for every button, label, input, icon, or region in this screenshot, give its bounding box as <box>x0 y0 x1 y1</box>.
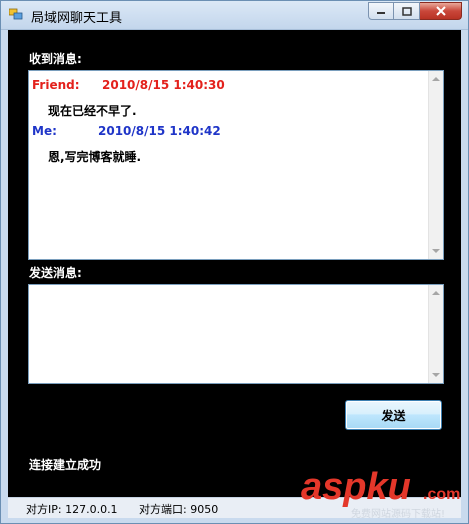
aspku-watermark-logo: aspku .com 免费网站源码下载站! <box>301 466 460 520</box>
send-scrollbar[interactable] <box>428 285 443 383</box>
received-scrollbar[interactable] <box>428 71 443 259</box>
client-area: 收到消息: Friend: 2010/8/15 1:40:30 现在已经不早了.… <box>8 30 461 518</box>
scroll-up-icon[interactable] <box>432 291 440 295</box>
app-window: 局域网聊天工具 收到消息: Friend: 2010/8/15 1:40:30 … <box>0 0 469 524</box>
minimize-icon <box>377 12 385 14</box>
watermark-brand: aspku <box>301 466 411 508</box>
close-button[interactable] <box>420 2 462 20</box>
maximize-button[interactable] <box>394 2 420 20</box>
title-bar[interactable]: 局域网聊天工具 <box>1 1 468 30</box>
window-app-icon <box>9 8 23 20</box>
message-time: 2010/8/15 1:40:42 <box>98 124 221 138</box>
peer-port: 对方端口: 9050 <box>139 503 219 516</box>
peer-ip: 对方IP: 127.0.0.1 <box>26 503 118 516</box>
message-text: 现在已经不早了. <box>48 104 137 118</box>
received-messages-box[interactable]: Friend: 2010/8/15 1:40:30 现在已经不早了. Me: 2… <box>28 70 444 260</box>
scroll-down-icon[interactable] <box>432 373 440 377</box>
scroll-down-icon[interactable] <box>432 249 440 253</box>
scroll-up-icon[interactable] <box>432 77 440 81</box>
window-controls <box>368 2 462 21</box>
window-title: 局域网聊天工具 <box>31 11 123 26</box>
message-text: 恩,写完博客就睡. <box>48 150 142 164</box>
send-label: 发送消息: <box>29 266 82 280</box>
message-sender: Me: <box>32 124 57 138</box>
connection-status: 连接建立成功 <box>29 458 102 472</box>
watermark-caption: 免费网站源码下载站! <box>351 507 445 520</box>
maximize-icon <box>401 6 412 16</box>
minimize-button[interactable] <box>368 2 394 20</box>
watermark-tld: .com <box>423 486 460 503</box>
message-sender: Friend: <box>32 78 80 92</box>
received-label: 收到消息: <box>29 52 82 66</box>
send-button[interactable]: 发送 <box>345 400 442 430</box>
message-time: 2010/8/15 1:40:30 <box>102 78 225 92</box>
close-icon <box>435 6 446 16</box>
send-message-input[interactable] <box>28 284 444 384</box>
